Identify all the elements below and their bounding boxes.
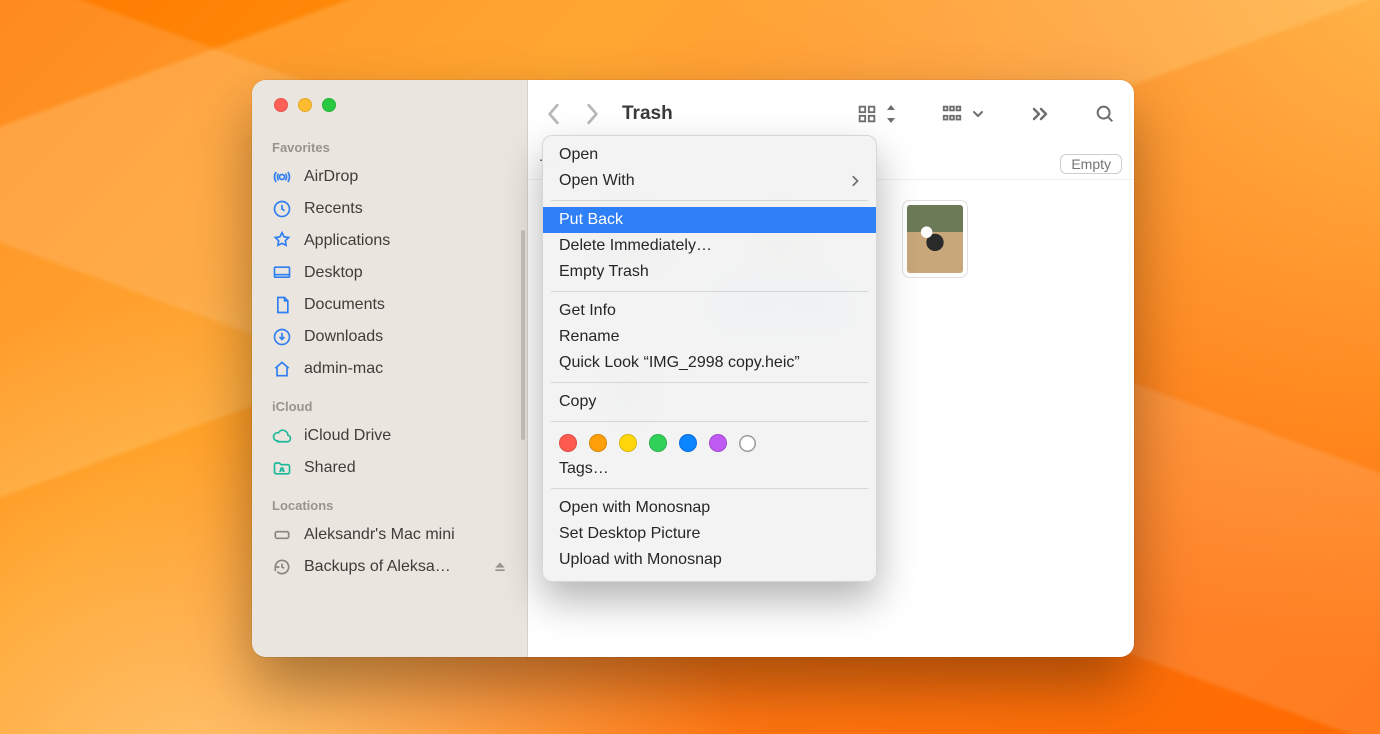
- sidebar-item-mac-mini[interactable]: Aleksandr's Mac mini: [252, 519, 527, 551]
- fullscreen-window-button[interactable]: [322, 98, 336, 112]
- sidebar-item-label: Recents: [304, 200, 363, 218]
- context-menu: Open Open With Put Back Delete Immediate…: [542, 135, 877, 582]
- desktop-icon: [272, 263, 292, 283]
- ctx-open[interactable]: Open: [543, 142, 876, 168]
- sidebar-section-locations: Locations: [252, 498, 527, 519]
- ctx-copy[interactable]: Copy: [543, 389, 876, 415]
- empty-trash-button[interactable]: Empty: [1060, 154, 1122, 174]
- tag-yellow[interactable]: [619, 434, 637, 452]
- chevron-right-icon: [850, 175, 860, 187]
- sidebar-item-label: admin-mac: [304, 360, 383, 378]
- group-grid-icon: [940, 103, 964, 125]
- sidebar-item-backups[interactable]: Backups of Aleksa…: [252, 551, 527, 583]
- separator: [551, 421, 868, 422]
- sidebar-item-label: Desktop: [304, 264, 363, 282]
- ctx-put-back[interactable]: Put Back: [543, 207, 876, 233]
- ctx-delete-immediately[interactable]: Delete Immediately…: [543, 233, 876, 259]
- window-controls: [252, 98, 527, 112]
- ctx-tag-colors: [543, 428, 876, 456]
- close-window-button[interactable]: [274, 98, 288, 112]
- sidebar: Favorites AirDrop Recents Applications D…: [252, 80, 528, 657]
- separator: [551, 488, 868, 489]
- home-icon: [272, 359, 292, 379]
- sidebar-section-favorites: Favorites: [252, 140, 527, 161]
- sidebar-item-label: Applications: [304, 232, 390, 250]
- window-title: Trash: [622, 103, 673, 125]
- tag-none[interactable]: [739, 435, 756, 452]
- ctx-empty-trash[interactable]: Empty Trash: [543, 259, 876, 285]
- desktop-wallpaper: Favorites AirDrop Recents Applications D…: [0, 0, 1380, 734]
- ctx-rename[interactable]: Rename: [543, 324, 876, 350]
- sidebar-item-documents[interactable]: Documents: [252, 289, 527, 321]
- clock-icon: [272, 199, 292, 219]
- sidebar-item-applications[interactable]: Applications: [252, 225, 527, 257]
- download-icon: [272, 327, 292, 347]
- sidebar-item-downloads[interactable]: Downloads: [252, 321, 527, 353]
- tag-orange[interactable]: [589, 434, 607, 452]
- ctx-open-with[interactable]: Open With: [543, 168, 876, 194]
- separator: [551, 200, 868, 201]
- sidebar-item-icloud-drive[interactable]: iCloud Drive: [252, 420, 527, 452]
- ctx-tags[interactable]: Tags…: [543, 456, 876, 482]
- sidebar-item-home[interactable]: admin-mac: [252, 353, 527, 385]
- ctx-upload-monosnap[interactable]: Upload with Monosnap: [543, 547, 876, 573]
- separator: [551, 382, 868, 383]
- applications-icon: [272, 231, 292, 251]
- sidebar-scrollbar[interactable]: [521, 230, 525, 440]
- ctx-set-desktop[interactable]: Set Desktop Picture: [543, 521, 876, 547]
- up-down-icon: [886, 105, 896, 123]
- sidebar-section-icloud: iCloud: [252, 399, 527, 420]
- view-icon-mode-button[interactable]: [856, 103, 896, 125]
- sidebar-item-label: iCloud Drive: [304, 427, 391, 445]
- eject-icon[interactable]: [493, 560, 507, 574]
- back-button[interactable]: [546, 103, 562, 125]
- sidebar-item-label: Shared: [304, 459, 356, 477]
- search-icon[interactable]: [1094, 103, 1116, 125]
- file-label: [929, 284, 941, 288]
- cloud-icon: [272, 426, 292, 446]
- time-machine-icon: [272, 557, 292, 577]
- separator: [551, 291, 868, 292]
- group-by-button[interactable]: [940, 103, 984, 125]
- grid-icon: [856, 103, 878, 125]
- ctx-quick-look[interactable]: Quick Look “IMG_2998 copy.heic”: [543, 350, 876, 376]
- shared-folder-icon: [272, 458, 292, 478]
- computer-icon: [272, 525, 292, 545]
- sidebar-item-label: Downloads: [304, 328, 383, 346]
- document-icon: [272, 295, 292, 315]
- sidebar-item-shared[interactable]: Shared: [252, 452, 527, 484]
- ctx-get-info[interactable]: Get Info: [543, 298, 876, 324]
- sidebar-item-desktop[interactable]: Desktop: [252, 257, 527, 289]
- file-item[interactable]: [858, 196, 1011, 356]
- chevron-down-icon: [972, 109, 984, 119]
- sidebar-item-label: Backups of Aleksa…: [304, 558, 451, 576]
- tag-green[interactable]: [649, 434, 667, 452]
- ctx-open-monosnap[interactable]: Open with Monosnap: [543, 495, 876, 521]
- sidebar-item-label: Aleksandr's Mac mini: [304, 526, 455, 544]
- forward-button[interactable]: [584, 103, 600, 125]
- file-thumbnail: [907, 205, 963, 273]
- overflow-button[interactable]: [1028, 105, 1050, 123]
- airdrop-icon: [272, 167, 292, 187]
- tag-blue[interactable]: [679, 434, 697, 452]
- sidebar-item-recents[interactable]: Recents: [252, 193, 527, 225]
- sidebar-item-label: AirDrop: [304, 168, 358, 186]
- sidebar-item-airdrop[interactable]: AirDrop: [252, 161, 527, 193]
- minimize-window-button[interactable]: [298, 98, 312, 112]
- tag-red[interactable]: [559, 434, 577, 452]
- tag-purple[interactable]: [709, 434, 727, 452]
- sidebar-item-label: Documents: [304, 296, 385, 314]
